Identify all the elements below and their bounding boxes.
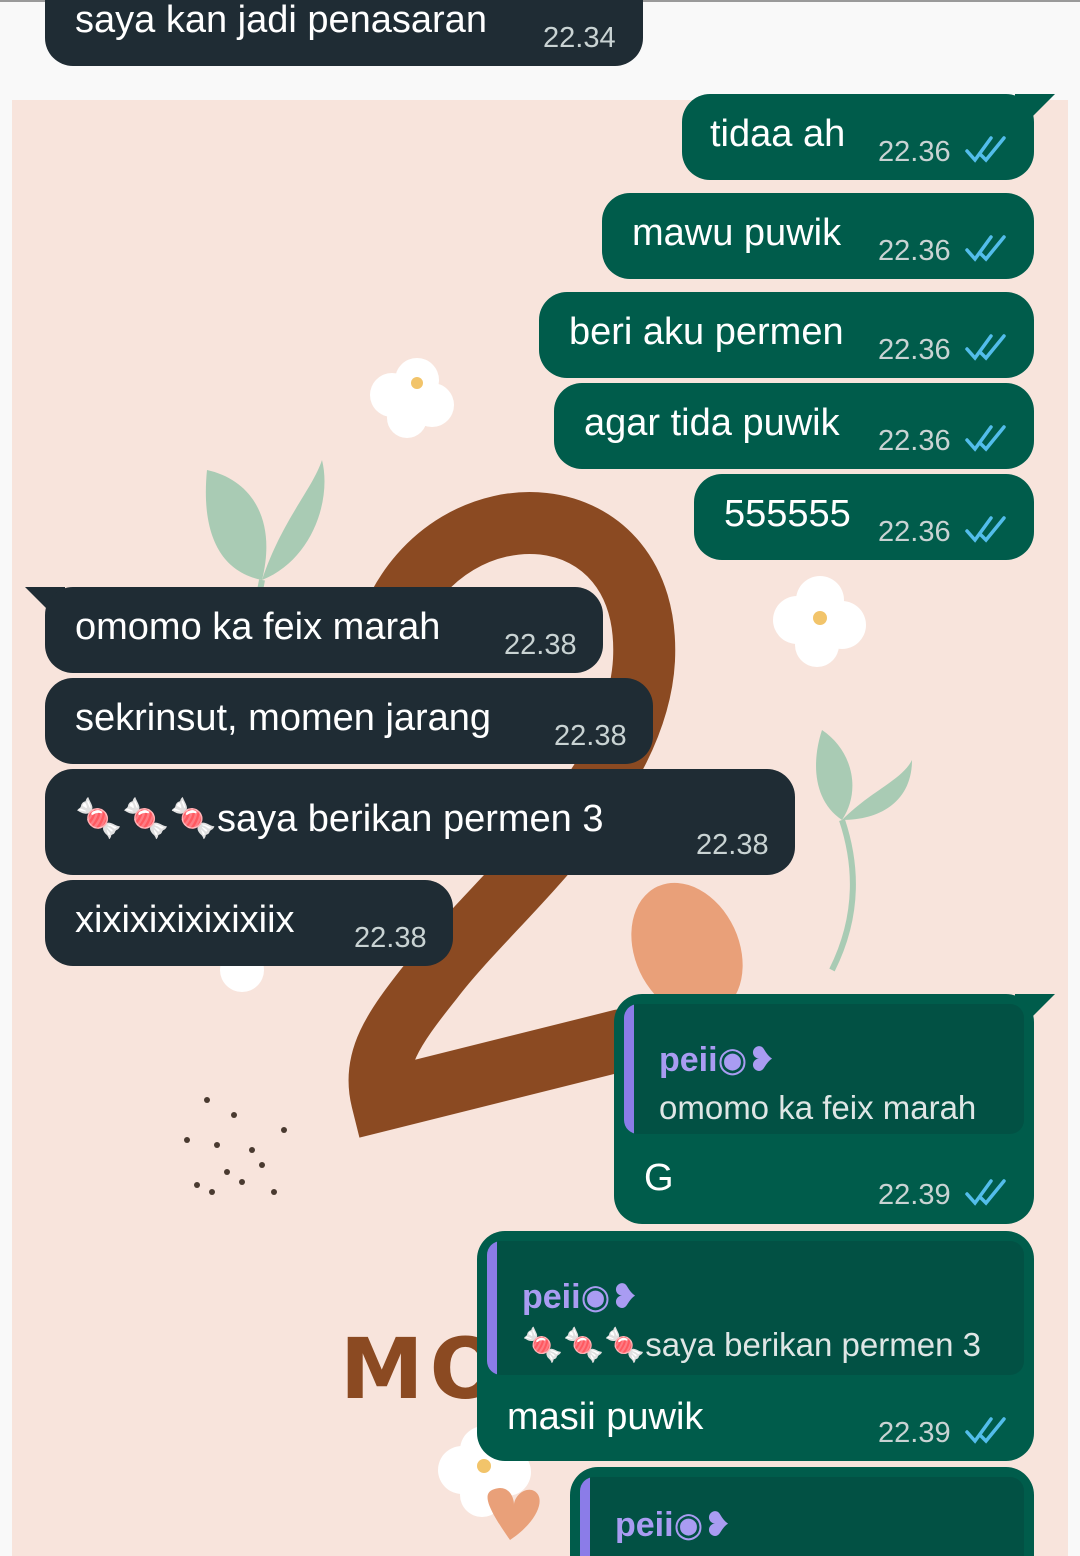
message-text: masii puwik: [507, 1396, 704, 1438]
message-time: 22.39: [878, 1179, 951, 1211]
message-bubble-outgoing[interactable]: beri aku permen 22.36: [539, 292, 1034, 378]
message-text: mawu puwik: [632, 212, 842, 254]
message-time: 22.38: [504, 629, 577, 661]
message-bubble-outgoing[interactable]: agar tida puwik 22.36: [554, 383, 1034, 469]
quote-text: omomo ka feix marah: [659, 1089, 977, 1126]
message-text: omomo ka feix marah: [75, 606, 441, 648]
quote-bar: [624, 1004, 634, 1134]
message-time: 22.34: [543, 22, 616, 54]
quote-author: peii◉❥: [659, 1041, 776, 1079]
message-time: 22.36: [878, 334, 951, 366]
read-receipt-icon: [965, 334, 1006, 361]
message-time: 22.36: [878, 516, 951, 548]
read-receipt-icon: [965, 1417, 1006, 1444]
message-bubble-incoming[interactable]: saya kan jadi penasaran 22.34: [45, 0, 643, 66]
message-text: agar tida puwik: [584, 402, 840, 444]
message-text: xixixixixixixiix: [75, 899, 295, 941]
quoted-message[interactable]: peii◉❥ 🍬🍬🍬saya berikan permen 3: [487, 1241, 1024, 1375]
quote-text: 🍬🍬🍬saya berikan permen 3: [522, 1326, 981, 1363]
message-text: beri aku permen: [569, 311, 844, 353]
message-text: sekrinsut, momen jarang: [75, 697, 492, 739]
quoted-message[interactable]: peii◉❥: [580, 1477, 1024, 1556]
message-bubble-outgoing-reply[interactable]: peii◉❥: [570, 1467, 1034, 1556]
read-receipt-icon: [965, 235, 1006, 262]
quote-bar: [580, 1477, 590, 1556]
message-bubble-incoming[interactable]: sekrinsut, momen jarang 22.38: [45, 678, 653, 764]
read-receipt-icon: [965, 136, 1006, 163]
message-time: 22.36: [878, 136, 951, 168]
message-time: 22.38: [696, 829, 769, 861]
message-time: 22.38: [554, 720, 627, 752]
message-time: 22.36: [878, 235, 951, 267]
message-text: saya kan jadi penasaran: [75, 0, 487, 41]
message-bubble-outgoing[interactable]: mawu puwik 22.36: [602, 193, 1034, 279]
message-time: 22.36: [878, 425, 951, 457]
quote-author: peii◉❥: [522, 1278, 639, 1316]
message-text: G: [644, 1157, 674, 1199]
message-bubble-outgoing-reply[interactable]: peii◉❥ omomo ka feix marah G 22.39: [614, 994, 1034, 1224]
quoted-message[interactable]: peii◉❥ omomo ka feix marah: [624, 1004, 1024, 1134]
message-text: 555555: [724, 493, 851, 535]
quote-bar: [487, 1241, 497, 1375]
quote-author: peii◉❥: [615, 1506, 732, 1544]
read-receipt-icon: [965, 425, 1006, 452]
message-text: tidaa ah: [710, 113, 846, 155]
read-receipt-icon: [965, 516, 1006, 543]
message-bubble-outgoing[interactable]: tidaa ah 22.36: [682, 94, 1034, 180]
message-bubble-incoming[interactable]: omomo ka feix marah 22.38: [45, 587, 603, 673]
read-receipt-icon: [965, 1179, 1006, 1206]
message-text: 🍬🍬🍬saya berikan permen 3: [75, 798, 604, 840]
message-bubble-outgoing[interactable]: 555555 22.36: [694, 474, 1034, 560]
message-bubble-outgoing-reply[interactable]: peii◉❥ 🍬🍬🍬saya berikan permen 3 masii pu…: [477, 1231, 1034, 1461]
message-time: 22.38: [354, 922, 427, 954]
message-bubble-incoming[interactable]: xixixixixixixiix 22.38: [45, 880, 453, 966]
message-bubble-incoming[interactable]: 🍬🍬🍬saya berikan permen 3 22.38: [45, 769, 795, 875]
message-time: 22.39: [878, 1417, 951, 1449]
